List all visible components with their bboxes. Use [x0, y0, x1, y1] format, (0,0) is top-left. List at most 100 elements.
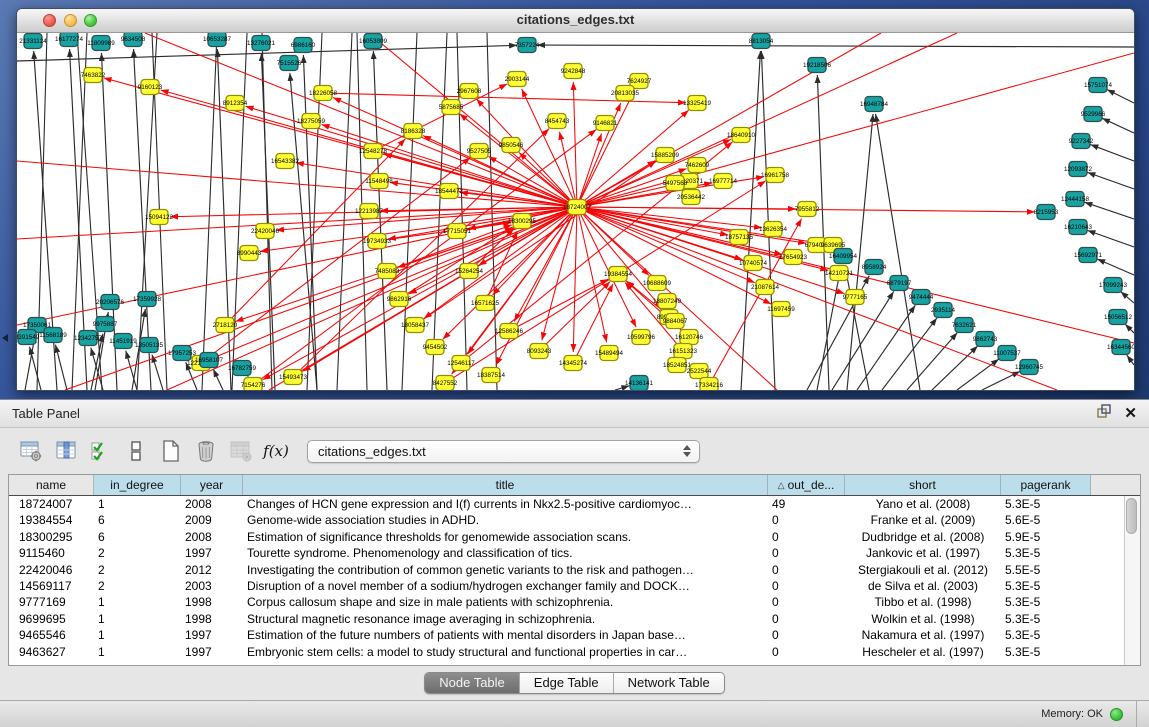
graph-node[interactable]: 9975887 [93, 317, 118, 332]
graph-node[interactable]: 9862916 [387, 292, 412, 307]
table-row[interactable]: 1456911722003Disruption of a novel membe… [9, 578, 1124, 594]
float-panel-icon[interactable] [1096, 403, 1112, 424]
panel-collapse-arrow[interactable] [2, 334, 8, 342]
column-header-title[interactable]: title [243, 475, 768, 495]
graph-node[interactable]: 15094122 [145, 210, 174, 225]
graph-node[interactable]: 9227342 [1069, 134, 1094, 149]
graph-node[interactable]: 8990443 [237, 246, 262, 261]
graph-node[interactable]: 5497568 [663, 176, 688, 191]
graph-node[interactable]: 14136141 [625, 376, 654, 391]
graph-node[interactable]: 8186328 [401, 124, 426, 139]
graph-node[interactable]: 7955812 [795, 202, 820, 217]
graph-node[interactable]: 19218506 [803, 58, 832, 73]
column-header-in_degree[interactable]: in_degree [94, 475, 181, 495]
create-table-icon[interactable] [157, 437, 185, 465]
graph-node[interactable]: 15692971 [1074, 248, 1103, 263]
graph-node[interactable]: 5875685 [439, 100, 464, 115]
column-header-out_de[interactable]: △out_de... [768, 475, 845, 495]
graph-node[interactable]: 9862743 [973, 332, 998, 347]
graph-node[interactable]: 7462609 [685, 158, 710, 173]
table-row[interactable]: 1938455462009Genome-wide association stu… [9, 512, 1124, 528]
graph-node[interactable]: 12444158 [1061, 192, 1090, 207]
graph-node[interactable]: 16543382 [271, 154, 300, 169]
graph-node[interactable]: 14345274 [559, 356, 588, 371]
graph-node[interactable]: 9634508 [121, 33, 146, 47]
table-row[interactable]: 911546021997Tourette syndrome. Phenomeno… [9, 545, 1124, 561]
graph-node[interactable]: 16961758 [761, 168, 790, 183]
table-source-select[interactable]: citations_edges.txt [307, 440, 700, 463]
graph-node[interactable]: 16177274 [55, 33, 84, 47]
graph-node[interactable]: 8427552 [433, 376, 458, 391]
graph-node[interactable]: 16053809 [359, 34, 388, 49]
citation-network-graph[interactable]: 1872400774638229160123891235418226058182… [17, 33, 1134, 390]
graph-node[interactable]: 21331124 [19, 34, 47, 49]
graph-node[interactable]: 17359928 [133, 292, 162, 307]
graph-node[interactable]: 10688609 [643, 276, 672, 291]
graph-node[interactable]: 2718120 [213, 318, 238, 333]
scrollbar-thumb[interactable] [1126, 498, 1137, 534]
graph-node[interactable]: 9242848 [561, 64, 586, 79]
graph-node[interactable]: 11809989 [87, 36, 115, 51]
graph-node[interactable]: 7515526 [277, 56, 302, 71]
show-columns-icon[interactable] [52, 437, 80, 465]
column-header-pagerank[interactable]: pagerank [1001, 475, 1091, 495]
graph-node[interactable]: 7154276 [241, 378, 266, 391]
graph-node[interactable]: 8912354 [223, 96, 248, 111]
rows-icon[interactable] [122, 437, 150, 465]
graph-node[interactable]: 2967608 [457, 84, 482, 99]
table-row[interactable]: 946362711997Embryonic stem cells: a mode… [9, 644, 1124, 660]
close-panel-icon[interactable]: ✕ [1124, 406, 1137, 421]
graph-node[interactable]: 2903144 [505, 72, 530, 87]
graph-node[interactable]: 9527505 [467, 144, 492, 159]
graph-node[interactable]: 8958924 [862, 260, 887, 275]
graph-node[interactable]: 18640910 [727, 128, 756, 143]
graph-node[interactable]: 8813054 [749, 34, 774, 49]
graph-node[interactable]: 2935114 [931, 303, 956, 318]
graph-node[interactable]: 17099243 [1099, 278, 1128, 293]
graph-node[interactable]: 7485083 [375, 264, 400, 279]
graph-node[interactable]: 14210721 [825, 266, 854, 281]
graph-node[interactable]: 9391549 [17, 330, 40, 345]
graph-node[interactable]: 9777165 [843, 290, 868, 305]
graph-node[interactable]: 16948784 [860, 97, 889, 112]
graph-node[interactable]: 11451919 [109, 334, 137, 349]
column-header-year[interactable]: year [181, 475, 243, 495]
table-row[interactable]: 2242004622012Investigating the contribut… [9, 562, 1124, 578]
network-window-titlebar[interactable]: citations_edges.txt [17, 9, 1134, 33]
graph-node[interactable]: 10653287 [203, 33, 232, 47]
table-row[interactable]: 977716911998Corpus callosum shape and si… [9, 594, 1124, 610]
graph-node[interactable]: 9529966 [1081, 107, 1106, 122]
graph-node[interactable]: 11007537 [993, 346, 1021, 361]
graph-node[interactable]: 12093872 [1064, 162, 1093, 177]
graph-node[interactable]: 12546117 [447, 356, 475, 371]
graph-node[interactable]: 16120746 [675, 330, 704, 345]
graph-node[interactable]: 16977714 [709, 174, 738, 189]
function-builder-icon[interactable]: f(x) [262, 437, 290, 465]
graph-node[interactable]: 21087614 [751, 280, 780, 295]
table-row[interactable]: 946554611997Estimation of the future num… [9, 627, 1124, 643]
column-header-short[interactable]: short [845, 475, 1001, 495]
graph-node[interactable]: 15489494 [595, 346, 624, 361]
graph-node[interactable]: 16210643 [1064, 220, 1093, 235]
tab-network-table[interactable]: Network Table [614, 673, 724, 693]
graph-node[interactable]: 9146821 [593, 116, 618, 131]
graph-node[interactable]: 20536442 [677, 190, 706, 205]
table-scrollbar[interactable] [1124, 496, 1140, 665]
graph-node[interactable]: 13276021 [247, 36, 276, 51]
table-row[interactable]: 1830029562008Estimation of significance … [9, 529, 1124, 545]
graph-node[interactable]: 10599796 [627, 330, 656, 345]
select-columns-icon[interactable] [87, 437, 115, 465]
graph-node[interactable]: 16151323 [669, 344, 698, 359]
graph-node[interactable]: 10740574 [739, 256, 768, 271]
graph-node[interactable]: 18387514 [477, 368, 506, 383]
graph-node[interactable]: 9850546 [499, 138, 524, 153]
graph-node[interactable]: 9884067 [663, 314, 688, 329]
table-row[interactable]: 969969511998Structural magnetic resonanc… [9, 611, 1124, 627]
graph-node[interactable]: 6879197 [887, 276, 912, 291]
network-canvas[interactable]: 1872400774638229160123891235418226058182… [17, 33, 1134, 390]
graph-node[interactable]: 15056512 [1104, 310, 1133, 325]
graph-node[interactable]: 8093243 [527, 344, 552, 359]
table-row[interactable]: 1872400712008Changes of HCN gene express… [9, 496, 1124, 512]
graph-node[interactable]: 15493473 [279, 370, 308, 385]
graph-node[interactable]: 13325419 [683, 96, 712, 111]
